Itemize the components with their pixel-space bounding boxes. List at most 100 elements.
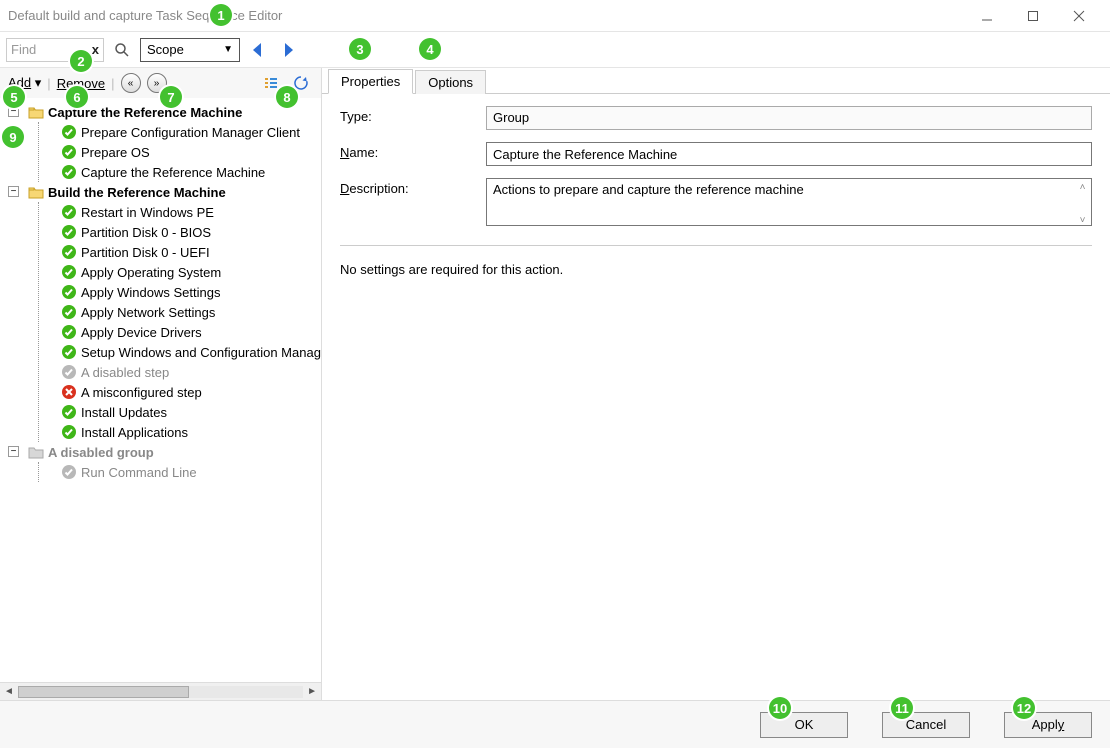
tree-step[interactable]: Run Command Line [61, 462, 321, 482]
tree-step[interactable]: Apply Network Settings [61, 302, 321, 322]
separator: | [47, 76, 50, 91]
tree-step-label: Prepare Configuration Manager Client [81, 125, 300, 140]
callout-6: 6 [66, 86, 88, 108]
callout-4: 4 [419, 38, 441, 60]
tree-step-label: Prepare OS [81, 145, 150, 160]
callout-12: 12 [1013, 697, 1035, 719]
textarea-scrollbar[interactable]: ˄ ˅ [1074, 179, 1091, 228]
check-icon [61, 324, 77, 340]
tree-step-label: Apply Windows Settings [81, 285, 220, 300]
right-pane: Properties Options Type: Group Name: Des… [322, 68, 1110, 700]
check-icon [61, 244, 77, 260]
scroll-down-icon[interactable]: ˅ [1074, 212, 1091, 228]
nav-back-button[interactable] [246, 38, 270, 62]
separator: | [111, 76, 114, 91]
scroll-right-icon[interactable]: ► [307, 686, 317, 697]
find-clear-button[interactable]: x [92, 42, 99, 57]
callout-8: 8 [276, 86, 298, 108]
tree-step[interactable]: Prepare Configuration Manager Client [61, 122, 321, 142]
callout-3: 3 [349, 38, 371, 60]
scroll-up-icon[interactable]: ˄ [1074, 179, 1091, 195]
check-icon [61, 144, 77, 160]
tree-step[interactable]: Apply Device Drivers [61, 322, 321, 342]
callout-11: 11 [891, 697, 913, 719]
close-button[interactable] [1056, 4, 1102, 28]
tree-step[interactable]: A disabled step [61, 362, 321, 382]
callout-1: 1 [210, 4, 232, 26]
scroll-left-icon[interactable]: ◄ [4, 686, 14, 697]
tree-step[interactable]: Setup Windows and Configuration Manager [61, 342, 321, 362]
tree-step-label: Apply Network Settings [81, 305, 215, 320]
tree-step-label: Apply Device Drivers [81, 325, 202, 340]
tree-step-label: Capture the Reference Machine [81, 165, 265, 180]
check-icon [61, 224, 77, 240]
callout-10: 10 [769, 697, 791, 719]
tree-step-label: Partition Disk 0 - UEFI [81, 245, 210, 260]
maximize-button[interactable] [1010, 4, 1056, 28]
description-input[interactable] [486, 178, 1092, 226]
check-icon [61, 304, 77, 320]
minimize-button[interactable] [964, 4, 1010, 28]
tree-step[interactable]: Install Updates [61, 402, 321, 422]
properties-form: Type: Group Name: Description: ˄ ˅ No se… [322, 94, 1110, 289]
tree-step[interactable]: Restart in Windows PE [61, 202, 321, 222]
tree-group[interactable]: A disabled group [28, 442, 321, 462]
tree-step[interactable]: A misconfigured step [61, 382, 321, 402]
check-icon [61, 344, 77, 360]
task-tree[interactable]: − Capture the Reference Machine Prepare Co… [0, 98, 321, 682]
tree-step-label: Install Updates [81, 405, 167, 420]
scroll-track[interactable] [18, 686, 303, 698]
tab-properties[interactable]: Properties [328, 69, 413, 94]
tree-group[interactable]: Build the Reference Machine [28, 182, 321, 202]
tree-step-label: Run Command Line [81, 465, 197, 480]
scroll-thumb[interactable] [18, 686, 189, 698]
tree-group-label: A disabled group [48, 445, 154, 460]
name-label: Name: [340, 142, 470, 160]
tree-group-label: Build the Reference Machine [48, 185, 226, 200]
search-icon[interactable] [110, 38, 134, 62]
expander-icon[interactable]: − [8, 446, 19, 457]
tree-step[interactable]: Partition Disk 0 - BIOS [61, 222, 321, 242]
tree-step[interactable]: Capture the Reference Machine [61, 162, 321, 182]
search-toolbar: Find x Scope ▼ [0, 32, 1110, 68]
chevron-down-icon: ▼ [223, 44, 233, 55]
scope-dropdown[interactable]: Scope ▼ [140, 38, 240, 62]
tree-step-label: A misconfigured step [81, 385, 202, 400]
folder-icon [28, 104, 44, 120]
tree-step[interactable]: Partition Disk 0 - UEFI [61, 242, 321, 262]
tab-options[interactable]: Options [415, 70, 486, 94]
callout-5: 5 [3, 86, 25, 108]
check-icon [61, 284, 77, 300]
type-value: Group [486, 106, 1092, 130]
dialog-footer: OK Cancel Apply [0, 700, 1110, 748]
name-input[interactable] [486, 142, 1092, 166]
description-label: Description: [340, 178, 470, 196]
horizontal-scrollbar[interactable]: ◄ ► [0, 682, 321, 700]
disabled-check-icon [61, 464, 77, 480]
no-settings-note: No settings are required for this action… [340, 258, 1092, 277]
callout-7: 7 [160, 86, 182, 108]
check-icon [61, 404, 77, 420]
folder-disabled-icon [28, 444, 44, 460]
tree-step[interactable]: Install Applications [61, 422, 321, 442]
check-icon [61, 264, 77, 280]
folder-icon [28, 184, 44, 200]
left-pane: Add ▾ | Remove | « » −Capture the Refere… [0, 68, 322, 700]
error-icon [61, 384, 77, 400]
tree-step[interactable]: Apply Windows Settings [61, 282, 321, 302]
tree-step[interactable]: Prepare OS [61, 142, 321, 162]
nav-forward-button[interactable] [276, 38, 300, 62]
scope-label: Scope [147, 42, 184, 57]
tree-step[interactable]: Apply Operating System [61, 262, 321, 282]
move-up-button[interactable]: « [121, 73, 141, 93]
tree-step-label: Partition Disk 0 - BIOS [81, 225, 211, 240]
dropdown-arrow-icon: ▾ [35, 75, 42, 90]
tree-step-label: Setup Windows and Configuration Manager [81, 345, 321, 360]
main-body: Add ▾ | Remove | « » −Capture the Refere… [0, 68, 1110, 700]
tree-step-label: A disabled step [81, 365, 169, 380]
disabled-check-icon [61, 364, 77, 380]
window-title: Default build and capture Task Sequence … [8, 8, 964, 23]
check-icon [61, 124, 77, 140]
expander-icon[interactable]: − [8, 186, 19, 197]
callout-9: 9 [2, 126, 24, 148]
